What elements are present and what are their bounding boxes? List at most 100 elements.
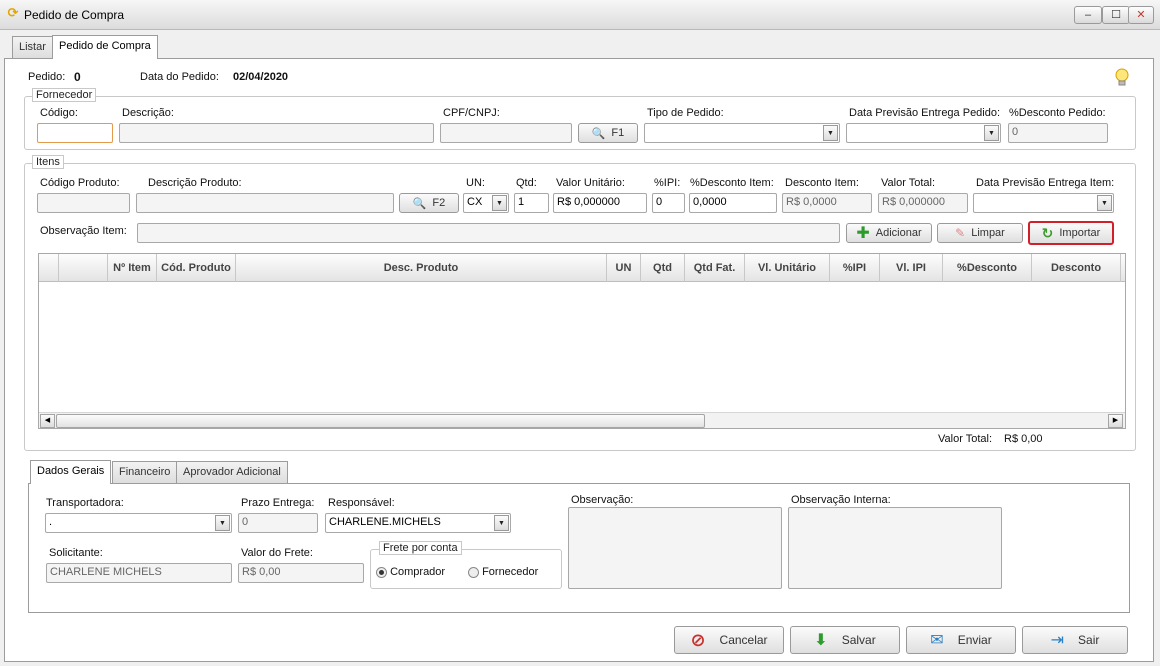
scroll-right-icon[interactable]: ▶ bbox=[1108, 414, 1123, 428]
radio-selected-icon[interactable] bbox=[376, 566, 387, 578]
observacao-item-input[interactable] bbox=[137, 223, 840, 243]
lightbulb-icon[interactable] bbox=[1114, 68, 1130, 88]
grid-col-spacer[interactable] bbox=[59, 254, 108, 282]
importar-button[interactable]: ↻ Importar bbox=[1028, 221, 1114, 245]
transportadora-select[interactable]: . ▼ bbox=[45, 513, 232, 533]
search-f2-button[interactable]: 🔍 F2 bbox=[399, 193, 459, 213]
data-pedido-value: 02/04/2020 bbox=[233, 71, 289, 83]
desconto-item-input[interactable]: R$ 0,0000 bbox=[782, 193, 872, 213]
grid-header: Nº Item Cód. Produto Desc. Produto UN Qt… bbox=[39, 254, 1125, 282]
tab-aprovador-adicional[interactable]: Aprovador Adicional bbox=[176, 461, 288, 483]
descricao-produto-input[interactable] bbox=[136, 193, 394, 213]
plus-icon: ✚ bbox=[856, 225, 870, 242]
sair-button[interactable]: ⇥ Sair bbox=[1022, 626, 1128, 654]
horizontal-scrollbar[interactable]: ◀ ▶ bbox=[39, 412, 1125, 428]
valor-unitario-input[interactable]: R$ 0,000000 bbox=[553, 193, 647, 213]
codigo-produto-input[interactable] bbox=[37, 193, 130, 213]
chevron-down-icon[interactable]: ▼ bbox=[492, 195, 507, 211]
close-button[interactable]: ✕ bbox=[1128, 6, 1154, 24]
scroll-left-icon[interactable]: ◀ bbox=[40, 414, 55, 428]
valor-total-input[interactable]: R$ 0,000000 bbox=[878, 193, 968, 213]
desconto-item-label: Desconto Item: bbox=[785, 177, 859, 189]
tab-pedido-de-compra[interactable]: Pedido de Compra bbox=[52, 35, 158, 59]
chevron-down-icon[interactable]: ▼ bbox=[823, 125, 838, 141]
exit-door-icon: ⇥ bbox=[1050, 632, 1065, 649]
responsavel-select[interactable]: CHARLENE.MICHELS ▼ bbox=[325, 513, 511, 533]
un-select[interactable]: CX ▼ bbox=[463, 193, 509, 213]
cancel-icon: ⊘ bbox=[690, 629, 706, 650]
desconto-pedido-label: %Desconto Pedido: bbox=[1009, 107, 1106, 119]
previsao-pedido-label: Data Previsão Entrega Pedido: bbox=[849, 107, 1001, 119]
transportadora-label: Transportadora: bbox=[46, 497, 124, 509]
observacao-interna-textarea[interactable] bbox=[788, 507, 1002, 589]
solicitante-input[interactable]: CHARLENE MICHELS bbox=[46, 563, 232, 583]
tab-financeiro[interactable]: Financeiro bbox=[112, 461, 178, 483]
previsao-item-select[interactable]: ▼ bbox=[973, 193, 1114, 213]
save-download-icon: ⬇ bbox=[814, 632, 828, 649]
observacao-textarea[interactable] bbox=[568, 507, 782, 589]
data-pedido-label: Data do Pedido: bbox=[140, 71, 219, 83]
codigo-label: Código: bbox=[40, 107, 78, 119]
chevron-down-icon[interactable]: ▼ bbox=[215, 515, 230, 531]
itens-legend: Itens bbox=[32, 155, 64, 169]
previsao-item-label: Data Previsão Entrega Item: bbox=[976, 177, 1115, 189]
magnifier-icon: 🔍 bbox=[591, 127, 606, 140]
qtd-input[interactable]: 1 bbox=[514, 193, 549, 213]
valor-total-label: Valor Total: bbox=[881, 177, 936, 189]
radio-unselected-icon[interactable] bbox=[468, 566, 479, 578]
grid-col-n-item[interactable]: Nº Item bbox=[108, 254, 157, 282]
minimize-button[interactable]: – bbox=[1074, 6, 1102, 24]
envelope-icon: ✉ bbox=[930, 632, 944, 649]
observacao-label: Observação: bbox=[571, 494, 634, 506]
tab-dados-gerais[interactable]: Dados Gerais bbox=[30, 460, 112, 484]
cpf-label: CPF/CNPJ: bbox=[443, 107, 500, 119]
previsao-pedido-select[interactable]: ▼ bbox=[846, 123, 1001, 143]
radio-comprador[interactable]: Comprador bbox=[376, 566, 445, 578]
maximize-button[interactable]: ☐ bbox=[1102, 6, 1130, 24]
grid-col-un[interactable]: UN bbox=[607, 254, 641, 282]
frete-por-conta-legend: Frete por conta bbox=[379, 541, 462, 555]
grid-col-pct-desconto[interactable]: %Desconto bbox=[943, 254, 1032, 282]
cancelar-button[interactable]: ⊘ Cancelar bbox=[674, 626, 784, 654]
pct-desconto-item-label: %Desconto Item: bbox=[690, 177, 774, 189]
codigo-produto-label: Código Produto: bbox=[40, 177, 120, 189]
ipi-input[interactable]: 0 bbox=[652, 193, 685, 213]
prazo-entrega-input[interactable]: 0 bbox=[238, 513, 318, 533]
grid-col-qtd[interactable]: Qtd bbox=[641, 254, 685, 282]
tipo-pedido-select[interactable]: ▼ bbox=[644, 123, 840, 143]
chevron-down-icon[interactable]: ▼ bbox=[984, 125, 999, 141]
valor-frete-input[interactable]: R$ 0,00 bbox=[238, 563, 364, 583]
cpf-input[interactable] bbox=[440, 123, 572, 143]
title-bar: ⟳ Pedido de Compra – ☐ ✕ bbox=[0, 0, 1160, 30]
magnifier-icon: 🔍 bbox=[412, 197, 427, 210]
total-label: Valor Total: bbox=[938, 433, 993, 445]
enviar-button[interactable]: ✉ Enviar bbox=[906, 626, 1016, 654]
descricao-input[interactable] bbox=[119, 123, 434, 143]
solicitante-label: Solicitante: bbox=[49, 547, 103, 559]
valor-unitario-label: Valor Unitário: bbox=[556, 177, 625, 189]
tab-listar[interactable]: Listar bbox=[12, 36, 53, 58]
salvar-button[interactable]: ⬇ Salvar bbox=[790, 626, 900, 654]
scroll-thumb[interactable] bbox=[56, 414, 705, 428]
grid-col-vl-ipi[interactable]: Vl. IPI bbox=[880, 254, 943, 282]
valor-frete-label: Valor do Frete: bbox=[241, 547, 313, 559]
grid-col-qtd-fat[interactable]: Qtd Fat. bbox=[685, 254, 745, 282]
grid-col-select[interactable] bbox=[39, 254, 59, 282]
search-f1-button[interactable]: 🔍 F1 bbox=[578, 123, 638, 143]
observacao-item-label: Observação Item: bbox=[40, 225, 127, 237]
limpar-button[interactable]: ✎ Limpar bbox=[937, 223, 1023, 243]
grid-col-ipi[interactable]: %IPI bbox=[830, 254, 880, 282]
codigo-input[interactable] bbox=[37, 123, 113, 143]
desconto-pedido-input[interactable]: 0 bbox=[1008, 123, 1108, 143]
un-label: UN: bbox=[466, 177, 485, 189]
radio-fornecedor[interactable]: Fornecedor bbox=[468, 566, 538, 578]
grid-col-cod-produto[interactable]: Cód. Produto bbox=[157, 254, 236, 282]
adicionar-button[interactable]: ✚ Adicionar bbox=[846, 223, 932, 243]
chevron-down-icon[interactable]: ▼ bbox=[1097, 195, 1112, 211]
grid-col-desconto[interactable]: Desconto bbox=[1032, 254, 1121, 282]
grid-col-desc-produto[interactable]: Desc. Produto bbox=[236, 254, 607, 282]
observacao-interna-label: Observação Interna: bbox=[791, 494, 891, 506]
pct-desconto-item-input[interactable]: 0,0000 bbox=[689, 193, 777, 213]
grid-col-vl-unitario[interactable]: Vl. Unitário bbox=[745, 254, 830, 282]
chevron-down-icon[interactable]: ▼ bbox=[494, 515, 509, 531]
